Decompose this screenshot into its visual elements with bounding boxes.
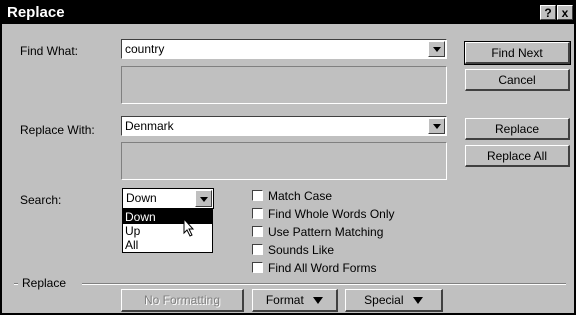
format-button[interactable]: Format	[252, 289, 338, 312]
close-button[interactable]: x	[557, 5, 573, 20]
sounds-like-checkbox[interactable]: Sounds Like	[252, 243, 334, 257]
search-direction-dropdown-button[interactable]	[195, 190, 212, 207]
pattern-matching-checkbox[interactable]: Use Pattern Matching	[252, 225, 383, 239]
replace-all-button[interactable]: Replace All	[465, 145, 570, 167]
checkbox-icon[interactable]	[252, 262, 263, 273]
find-what-combo[interactable]: country	[121, 39, 447, 59]
special-button-label: Special	[364, 293, 404, 307]
no-formatting-button[interactable]: No Formatting	[121, 289, 244, 312]
find-what-dropdown-button[interactable]	[428, 41, 445, 57]
replace-with-dropdown-button[interactable]	[428, 118, 445, 134]
whole-words-label: Find Whole Words Only	[268, 207, 395, 221]
chevron-down-icon	[412, 297, 423, 304]
replace-with-label: Replace With:	[20, 123, 95, 137]
sounds-like-label: Sounds Like	[268, 243, 335, 257]
search-direction-value[interactable]: Down	[126, 191, 157, 205]
match-case-label: Match Case	[268, 189, 333, 203]
chevron-down-icon	[432, 47, 441, 52]
group-divider	[82, 283, 566, 285]
search-direction-combo[interactable]: Down	[122, 188, 214, 209]
match-case-checkbox[interactable]: Match Case	[252, 189, 332, 203]
special-button[interactable]: Special	[345, 289, 443, 312]
replace-dialog: Replace ? x Find What: country Replace W…	[0, 0, 576, 315]
title-bar: Replace ? x	[2, 2, 574, 24]
find-next-button[interactable]: Find Next	[464, 41, 571, 65]
whole-words-checkbox[interactable]: Find Whole Words Only	[252, 207, 395, 221]
replace-group-label: Replace	[22, 276, 67, 290]
chevron-down-icon	[313, 297, 324, 304]
cancel-button[interactable]: Cancel	[465, 69, 570, 91]
list-item-down[interactable]: Down	[123, 210, 212, 224]
list-item-up[interactable]: Up	[123, 224, 212, 238]
dialog-title: Replace	[7, 4, 65, 21]
checkbox-icon[interactable]	[252, 244, 263, 255]
help-button[interactable]: ?	[540, 5, 556, 20]
replace-button[interactable]: Replace	[465, 118, 570, 140]
word-forms-label: Find All Word Forms	[268, 261, 377, 275]
chevron-down-icon	[432, 124, 441, 129]
find-what-value[interactable]: country	[125, 42, 164, 56]
search-direction-list: Down Up All	[122, 209, 213, 253]
find-what-label: Find What:	[20, 44, 79, 58]
pattern-matching-label: Use Pattern Matching	[268, 225, 384, 239]
replace-format-display	[121, 142, 447, 180]
chevron-down-icon	[199, 196, 208, 202]
list-item-all[interactable]: All	[123, 238, 212, 252]
checkbox-icon[interactable]	[252, 208, 263, 219]
format-button-label: Format	[265, 293, 304, 307]
find-format-display	[121, 66, 447, 104]
checkbox-icon[interactable]	[252, 190, 263, 201]
checkbox-icon[interactable]	[252, 226, 263, 237]
word-forms-checkbox[interactable]: Find All Word Forms	[252, 261, 376, 275]
group-divider	[14, 283, 18, 285]
replace-with-value[interactable]: Denmark	[125, 119, 174, 133]
mouse-pointer-icon	[183, 218, 195, 237]
replace-with-combo[interactable]: Denmark	[121, 116, 447, 136]
search-label: Search:	[20, 193, 62, 207]
